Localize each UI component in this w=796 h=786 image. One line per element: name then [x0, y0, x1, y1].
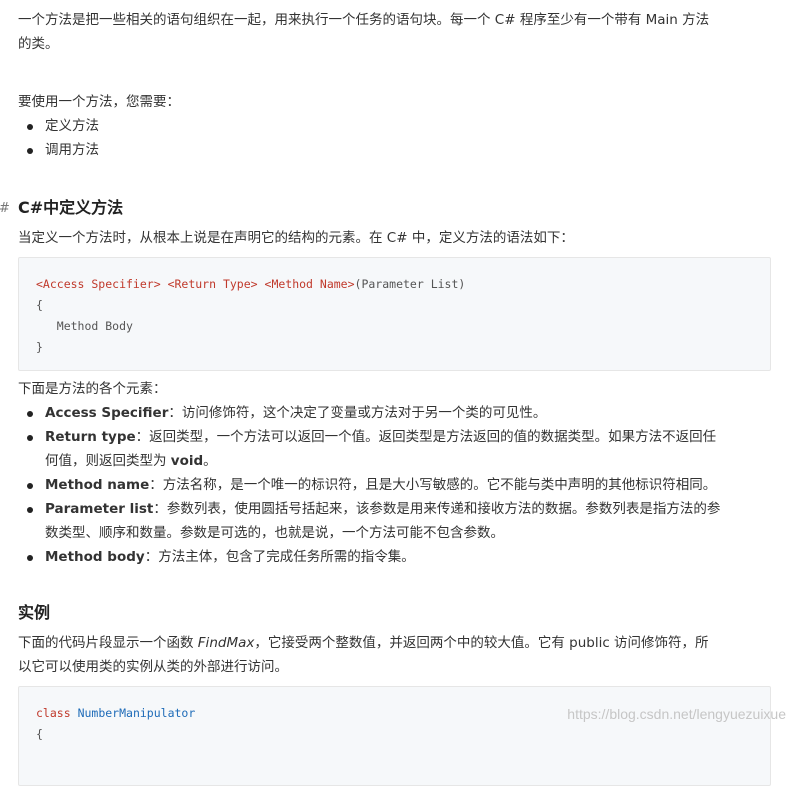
element-desc: ：访问修饰符，这个决定了变量或方法对于另一个类的可见性。 [168, 405, 547, 421]
heading-anchor-link[interactable]: # [0, 197, 10, 221]
element-desc-end: 。 [203, 453, 217, 469]
code-method-name: <Method Name> [264, 277, 355, 291]
function-name: FindMax [197, 635, 255, 651]
list-item: 调用方法 [18, 138, 771, 162]
heading-text: 实例 [18, 603, 51, 622]
element-term: Parameter list [45, 501, 154, 517]
code-line: Method Body [36, 319, 133, 333]
element-term-void: void [170, 453, 204, 469]
element-term: Access Specifier [45, 405, 169, 421]
syntax-code-block: <Access Specifier> <Return Type> <Method… [18, 257, 771, 371]
code-class-name: NumberManipulator [77, 706, 196, 720]
element-term: Return type [45, 429, 136, 445]
need-text: 要使用一个方法，您需要： [18, 94, 180, 110]
list-item: Return type：返回类型，一个方法可以返回一个值。返回类型是方法返回的值… [18, 425, 771, 473]
define-description: 当定义一个方法时，从根本上说是在声明它的结构的元素。在 C# 中，定义方法的语法… [18, 230, 574, 246]
example-desc-line-2: 以它可以使用类的实例从类的外部进行访问。 [18, 659, 288, 675]
elements-list: Access Specifier：访问修饰符，这个决定了变量或方法对于另一个类的… [18, 401, 771, 569]
example-description: 下面的代码片段显示一个函数 FindMax，它接受两个整数值，并返回两个中的较大… [18, 631, 771, 679]
list-item: Access Specifier：访问修饰符，这个决定了变量或方法对于另一个类的… [18, 401, 771, 425]
need-list: 定义方法 调用方法 [18, 114, 771, 162]
intro-paragraph: 一个方法是把一些相关的语句组织在一起，用来执行一个任务的语句块。每一个 C# 程… [18, 8, 771, 56]
elements-intro: 下面是方法的各个元素： [18, 381, 167, 397]
list-item: Method body：方法主体，包含了完成任务所需的指令集。 [18, 545, 771, 569]
element-desc-cont: 数类型、顺序和数量。参数是可选的，也就是说，一个方法可能不包含参数。 [45, 525, 504, 541]
intro-line-1: 一个方法是把一些相关的语句组织在一起，用来执行一个任务的语句块。每一个 C# 程… [18, 12, 710, 28]
list-item: Parameter list：参数列表，使用圆括号括起来，该参数是用来传递和接收… [18, 497, 771, 545]
example-code-block: class NumberManipulator { [18, 686, 771, 786]
code-access-specifier: <Access Specifier> [36, 277, 161, 291]
example-desc-post: ，它接受两个整数值，并返回两个中的较大值。它有 public 访问修饰符，所 [254, 635, 709, 651]
code-line: } [36, 340, 43, 354]
watermark: https://blog.csdn.net/lengyuezuixue [567, 706, 786, 722]
example-desc-pre: 下面的代码片段显示一个函数 [18, 635, 198, 651]
code-line: { [36, 727, 43, 741]
code-keyword: class [36, 706, 71, 720]
heading-text: C#中定义方法 [18, 198, 124, 217]
element-desc-cont: 何值，则返回类型为 [45, 453, 171, 469]
element-term: Method name [45, 477, 150, 493]
list-item: 定义方法 [18, 114, 771, 138]
code-line: { [36, 298, 43, 312]
element-desc: ：方法名称，是一个唯一的标识符，且是大小写敏感的。它不能与类中声明的其他标识符相… [149, 477, 717, 493]
element-desc: ：返回类型，一个方法可以返回一个值。返回类型是方法返回的值的数据类型。如果方法不… [135, 429, 717, 445]
code-line: <Access Specifier> <Return Type> <Method… [36, 274, 753, 295]
intro-line-2: 的类。 [18, 36, 59, 52]
element-desc: ：参数列表，使用圆括号括起来，该参数是用来传递和接收方法的数据。参数列表是指方法… [153, 501, 721, 517]
element-desc: ：方法主体，包含了完成任务所需的指令集。 [144, 549, 415, 565]
section-heading-example: 实例 [18, 601, 771, 625]
element-term: Method body [45, 549, 145, 565]
code-parameter-list: (Parameter List) [354, 277, 466, 291]
article-content: 一个方法是把一些相关的语句组织在一起，用来执行一个任务的语句块。每一个 C# 程… [0, 0, 771, 786]
list-item: Method name：方法名称，是一个唯一的标识符，且是大小写敏感的。它不能与… [18, 473, 771, 497]
code-return-type: <Return Type> [167, 277, 258, 291]
section-heading-define: # C#中定义方法 [0, 196, 771, 220]
